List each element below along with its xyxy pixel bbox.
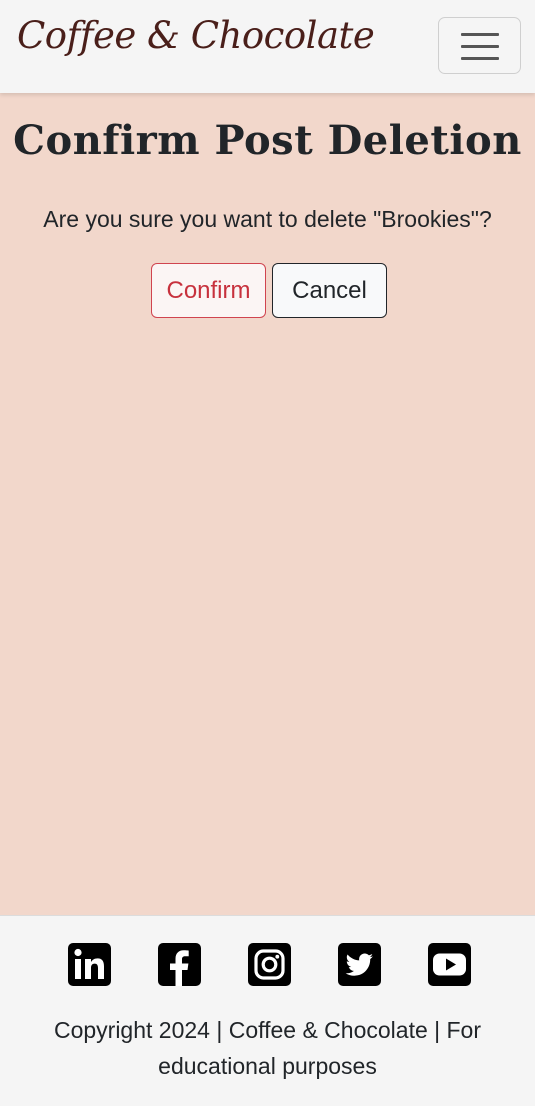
copyright-text: Copyright 2024 | Coffee & Chocolate | Fo…: [53, 1017, 482, 1079]
youtube-icon[interactable]: [428, 943, 471, 986]
navbar-toggle-button[interactable]: [438, 17, 521, 74]
delete-prompt: Are you sure you want to delete "Brookie…: [43, 206, 492, 232]
brand-logo[interactable]: Coffee & Chocolate: [17, 14, 375, 57]
facebook-icon[interactable]: [158, 943, 201, 986]
main-content: Confirm Post Deletion Are you sure you w…: [0, 93, 535, 915]
page-title: Confirm Post Deletion: [13, 117, 522, 164]
confirm-button[interactable]: Confirm: [151, 263, 266, 318]
navbar: Coffee & Chocolate: [0, 0, 535, 93]
twitter-icon[interactable]: [338, 943, 381, 986]
cancel-button[interactable]: Cancel: [272, 263, 387, 318]
linkedin-icon[interactable]: [68, 943, 111, 986]
footer: Copyright 2024 | Coffee & Chocolate | Fo…: [0, 915, 535, 1106]
instagram-icon[interactable]: [248, 943, 291, 986]
